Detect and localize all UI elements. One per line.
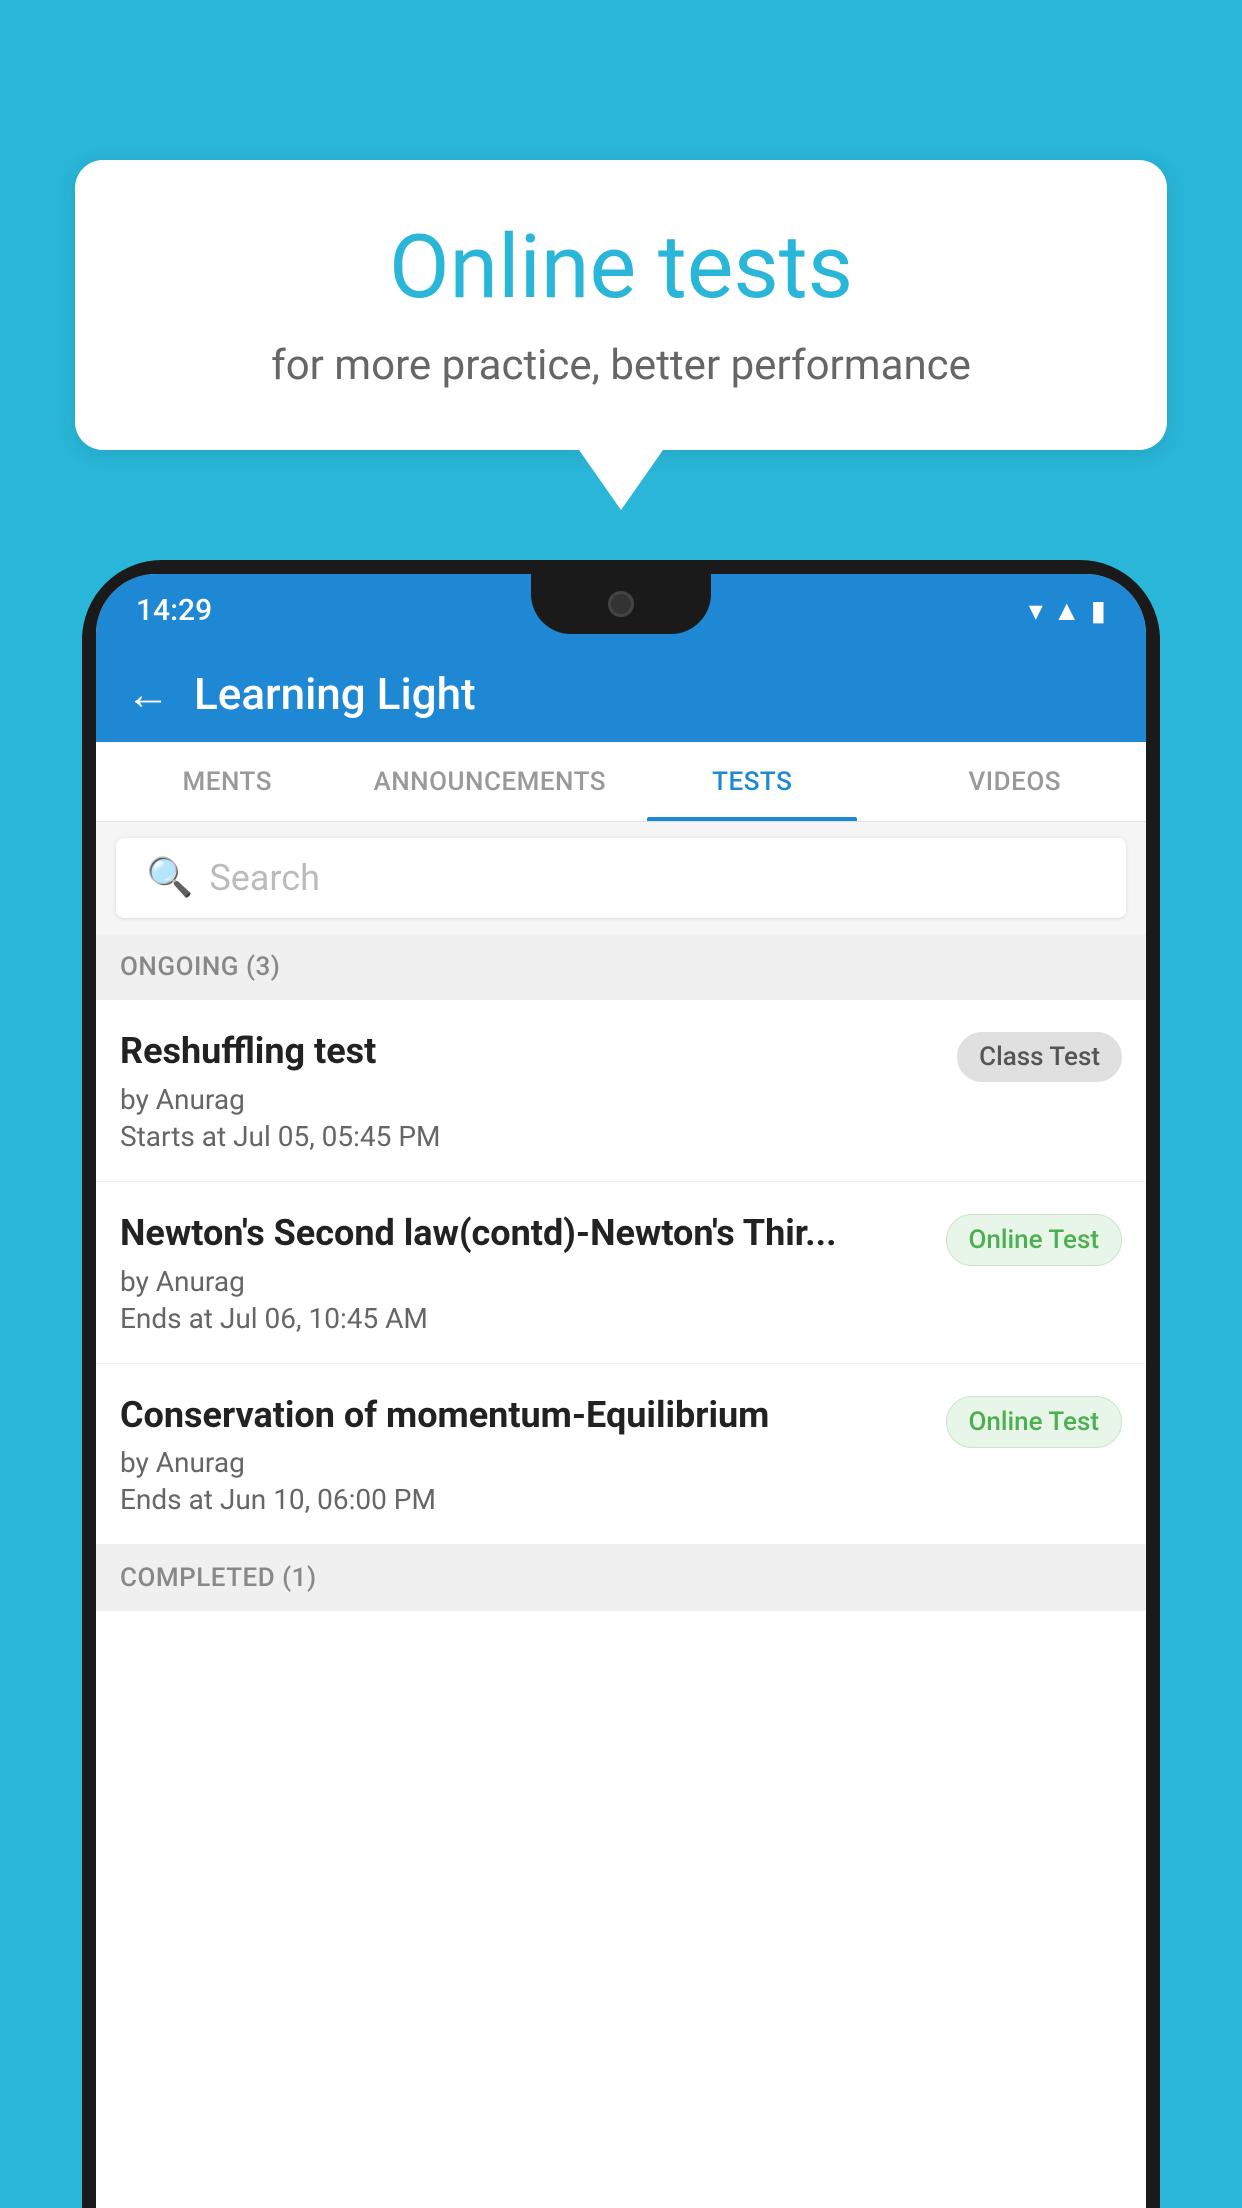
test-info-newton: Newton's Second law(contd)-Newton's Thir…	[120, 1210, 946, 1335]
test-item-reshuffling[interactable]: Reshuffling test by Anurag Starts at Jul…	[96, 1000, 1146, 1182]
completed-section-label: COMPLETED (1)	[96, 1545, 1146, 1611]
tab-videos[interactable]: VIDEOS	[884, 742, 1147, 821]
test-info-conservation: Conservation of momentum-Equilibrium by …	[120, 1392, 946, 1517]
test-time-reshuffling: Starts at Jul 05, 05:45 PM	[120, 1120, 937, 1153]
ongoing-test-list: Reshuffling test by Anurag Starts at Jul…	[96, 1000, 1146, 1545]
app-title: Learning Light	[194, 668, 476, 720]
status-bar: 14:29 ▾ ▲ ▮	[96, 574, 1146, 646]
search-container: 🔍 Search	[96, 822, 1146, 934]
ongoing-section-label: ONGOING (3)	[96, 934, 1146, 1000]
test-name-newton: Newton's Second law(contd)-Newton's Thir…	[120, 1210, 926, 1257]
bubble-arrow	[579, 450, 663, 510]
test-by-reshuffling: by Anurag	[120, 1083, 937, 1116]
test-name-conservation: Conservation of momentum-Equilibrium	[120, 1392, 926, 1439]
search-icon: 🔍	[146, 856, 193, 900]
test-time-newton: Ends at Jul 06, 10:45 AM	[120, 1302, 926, 1335]
search-bar[interactable]: 🔍 Search	[116, 838, 1126, 918]
test-by-newton: by Anurag	[120, 1265, 926, 1298]
test-badge-reshuffling: Class Test	[957, 1032, 1122, 1082]
camera	[608, 591, 634, 617]
status-time: 14:29	[136, 593, 212, 628]
wifi-icon: ▾	[1029, 594, 1043, 627]
battery-icon: ▮	[1091, 594, 1106, 627]
tab-tests[interactable]: TESTS	[621, 742, 884, 821]
search-input[interactable]: Search	[209, 857, 320, 899]
status-icons: ▾ ▲ ▮	[1029, 594, 1106, 627]
test-info-reshuffling: Reshuffling test by Anurag Starts at Jul…	[120, 1028, 957, 1153]
signal-icon: ▲	[1053, 594, 1081, 627]
test-by-conservation: by Anurag	[120, 1446, 926, 1479]
bubble-title: Online tests	[155, 220, 1087, 317]
test-time-conservation: Ends at Jun 10, 06:00 PM	[120, 1483, 926, 1516]
tab-announcements[interactable]: ANNOUNCEMENTS	[359, 742, 622, 821]
phone-screen: 14:29 ▾ ▲ ▮ ← Learning Light MENTS ANNOU…	[96, 574, 1146, 2208]
test-name-reshuffling: Reshuffling test	[120, 1028, 937, 1075]
test-badge-newton: Online Test	[946, 1214, 1123, 1266]
speech-bubble-section: Online tests for more practice, better p…	[75, 160, 1167, 510]
test-badge-conservation: Online Test	[946, 1396, 1123, 1448]
test-item-conservation[interactable]: Conservation of momentum-Equilibrium by …	[96, 1364, 1146, 1546]
tab-bar: MENTS ANNOUNCEMENTS TESTS VIDEOS	[96, 742, 1146, 822]
speech-bubble: Online tests for more practice, better p…	[75, 160, 1167, 450]
app-header: ← Learning Light	[96, 646, 1146, 742]
phone-notch	[531, 574, 711, 634]
back-button[interactable]: ←	[126, 672, 170, 716]
tab-assignments[interactable]: MENTS	[96, 742, 359, 821]
phone-frame: 14:29 ▾ ▲ ▮ ← Learning Light MENTS ANNOU…	[82, 560, 1160, 2208]
bubble-subtitle: for more practice, better performance	[155, 341, 1087, 390]
test-item-newton[interactable]: Newton's Second law(contd)-Newton's Thir…	[96, 1182, 1146, 1364]
